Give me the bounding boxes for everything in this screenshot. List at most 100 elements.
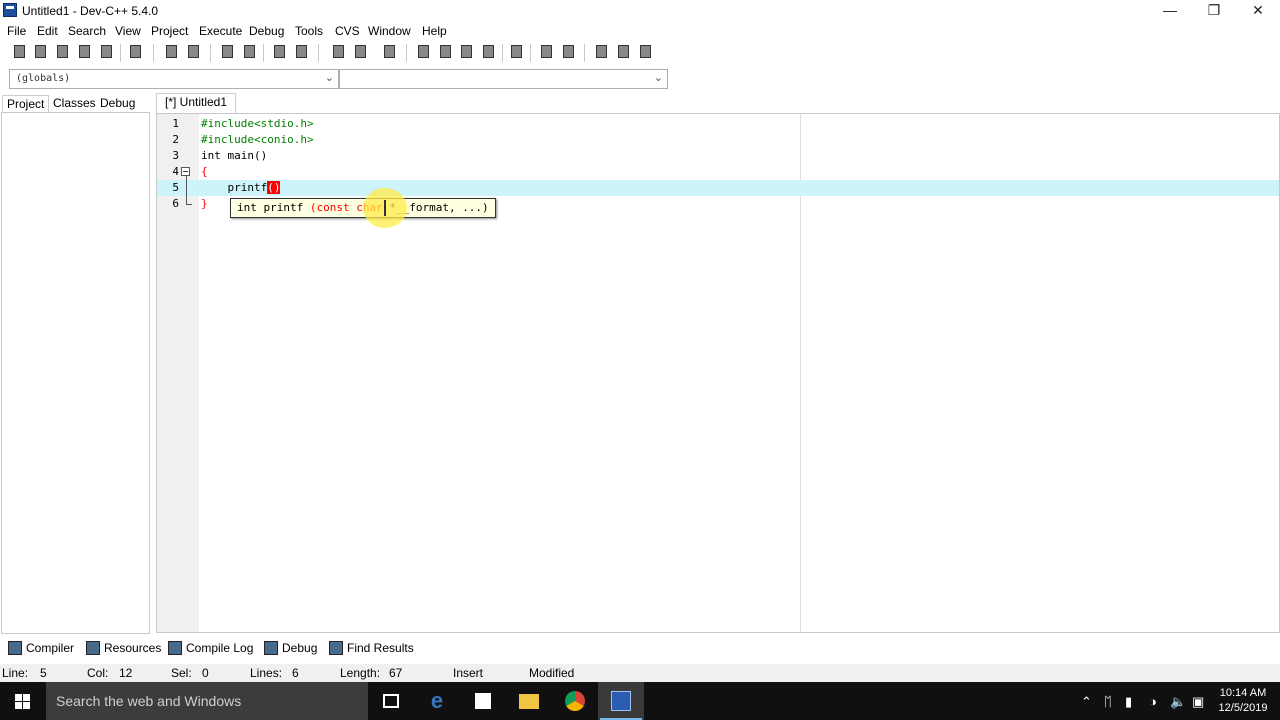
menu-view[interactable]: View <box>115 24 141 38</box>
wifi-icon[interactable]: ◑ <box>1149 694 1157 709</box>
code-text: { <box>201 165 208 178</box>
menu-window[interactable]: Window <box>368 24 411 38</box>
line-number: 4 <box>172 165 179 178</box>
minimize-button[interactable]: — <box>1148 0 1192 22</box>
project-view-icon[interactable] <box>415 43 433 61</box>
file-explorer-button[interactable] <box>506 682 552 720</box>
profile-chart-icon[interactable] <box>538 43 556 61</box>
insert-icon[interactable] <box>593 43 611 61</box>
resources-icon <box>86 641 100 655</box>
task-view-button[interactable] <box>368 682 414 720</box>
code-editor[interactable]: 1 #include<stdio.h> 2 #include<conio.h> … <box>156 113 1280 633</box>
fold-collapse-icon[interactable] <box>181 167 190 176</box>
task-view-icon <box>383 694 399 708</box>
menu-project[interactable]: Project <box>151 24 188 38</box>
indent-icon[interactable] <box>330 43 348 61</box>
save-all-icon[interactable] <box>76 43 94 61</box>
close-file-icon[interactable] <box>98 43 116 61</box>
start-button[interactable] <box>0 682 46 720</box>
taskbar-search-box[interactable]: Search the web and Windows <box>46 682 368 720</box>
code-text: printf() <box>201 181 281 194</box>
project-browser-panel[interactable] <box>1 112 150 634</box>
unindent-icon[interactable] <box>352 43 370 61</box>
tab-label: Debug <box>282 641 318 655</box>
find-icon <box>329 641 343 655</box>
bluetooth-icon[interactable]: ᛖ <box>1104 694 1112 709</box>
editor-tab-untitled1[interactable]: [*] Untitled1 <box>156 93 237 114</box>
save-icon[interactable] <box>54 43 72 61</box>
status-modified: Modified <box>529 666 575 680</box>
text-cursor-icon <box>384 200 386 216</box>
status-mode: Insert <box>453 666 484 680</box>
toolbar-separator <box>584 44 585 62</box>
battery-icon[interactable]: ▮ <box>1125 694 1132 710</box>
chrome-icon <box>565 691 585 711</box>
menu-bar: File Edit Search View Project Execute De… <box>0 22 1280 40</box>
menu-search[interactable]: Search <box>68 24 106 38</box>
members-select[interactable]: ⌄ <box>339 69 668 89</box>
tab-compiler[interactable]: Compiler <box>8 639 74 657</box>
replace-icon[interactable] <box>241 43 259 61</box>
menu-cvs[interactable]: CVS <box>335 24 360 38</box>
edge-button[interactable]: e <box>414 682 460 720</box>
windows-taskbar: Search the web and Windows e ⌃ ᛖ ▮ ◑ 🔈 ▣… <box>0 682 1280 720</box>
code-line: 1 #include<stdio.h> <box>157 116 1279 132</box>
menu-tools[interactable]: Tools <box>295 24 323 38</box>
tab-find-results[interactable]: Find Results <box>329 639 414 657</box>
file-explorer-icon <box>519 694 539 709</box>
fold-guide-end <box>186 204 192 205</box>
status-lines-label: Lines: <box>250 666 283 680</box>
show-hidden-icons-chevron-up-icon[interactable]: ⌃ <box>1081 694 1092 710</box>
class-browser-icon[interactable] <box>458 43 476 61</box>
bookmark-icon[interactable] <box>293 43 311 61</box>
devcpp-app-icon[interactable] <box>3 3 17 17</box>
code-line: 4 { <box>157 164 1279 180</box>
action-center-icon[interactable]: ▣ <box>1192 694 1204 710</box>
bookmarks-icon[interactable] <box>637 43 655 61</box>
debug-bug-icon[interactable] <box>560 43 578 61</box>
devcpp-icon <box>611 691 631 711</box>
devcpp-taskbar-button[interactable] <box>598 682 644 720</box>
code-text: int main() <box>201 149 268 162</box>
check-syntax-icon[interactable] <box>508 43 526 61</box>
line-number: 3 <box>172 149 179 162</box>
menu-file[interactable]: File <box>7 24 26 38</box>
goto-icon[interactable] <box>615 43 633 61</box>
tab-compile-log[interactable]: Compile Log <box>168 639 253 657</box>
goto-line-icon[interactable] <box>271 43 289 61</box>
tab-classes[interactable]: Classes <box>49 95 100 113</box>
edge-icon: e <box>430 688 444 713</box>
tab-debug[interactable]: Debug <box>96 95 139 113</box>
menu-debug[interactable]: Debug <box>249 24 284 38</box>
status-line-value: 5 <box>40 666 47 680</box>
system-clock[interactable]: 10:14 AM 12/5/2019 <box>1212 686 1274 716</box>
line-number: 6 <box>172 197 179 210</box>
volume-icon[interactable]: 🔈 <box>1170 694 1186 710</box>
redo-icon[interactable] <box>185 43 203 61</box>
tab-debug-output[interactable]: Debug <box>264 639 317 657</box>
toggle-comment-icon[interactable] <box>381 43 399 61</box>
new-file-icon[interactable] <box>11 43 29 61</box>
tile-view-icon[interactable] <box>480 43 498 61</box>
clock-time: 10:14 AM <box>1219 687 1267 699</box>
code-line-current: 5 printf() <box>157 180 1279 196</box>
window-view-icon[interactable] <box>437 43 455 61</box>
bar-chart-icon <box>168 641 182 655</box>
tab-resources[interactable]: Resources <box>86 639 161 657</box>
status-sel-value: 0 <box>202 666 209 680</box>
open-file-icon[interactable] <box>32 43 50 61</box>
store-button[interactable] <box>460 682 506 720</box>
globals-select[interactable]: (globals) ⌄ <box>9 69 339 89</box>
menu-execute[interactable]: Execute <box>199 24 242 38</box>
menu-edit[interactable]: Edit <box>37 24 58 38</box>
restore-button[interactable]: ❐ <box>1192 0 1236 22</box>
toolbar-separator <box>502 44 503 62</box>
menu-help[interactable]: Help <box>422 24 447 38</box>
undo-icon[interactable] <box>163 43 181 61</box>
find-icon[interactable] <box>219 43 237 61</box>
print-icon[interactable] <box>127 43 145 61</box>
chrome-button[interactable] <box>552 682 598 720</box>
status-col-label: Col: <box>87 666 109 680</box>
status-sel-label: Sel: <box>171 666 192 680</box>
close-button[interactable]: ✕ <box>1236 0 1280 22</box>
